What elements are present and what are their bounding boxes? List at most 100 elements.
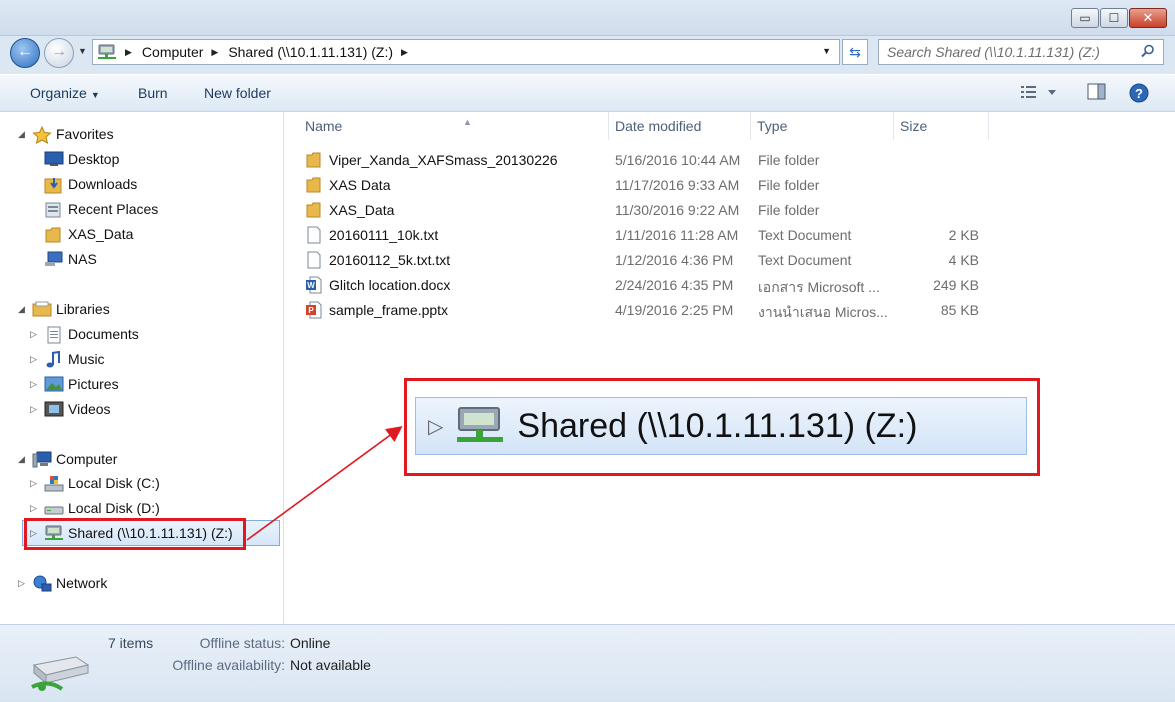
file-row[interactable]: XAS Data 11/17/2016 9:33 AM File folder: [303, 173, 1003, 198]
file-type: File folder: [758, 202, 820, 218]
nav-recent-places[interactable]: Recent Places: [30, 198, 158, 220]
expand-triangle-icon[interactable]: ▷: [30, 478, 42, 489]
expand-triangle-icon[interactable]: ▷: [30, 329, 42, 340]
forward-button[interactable]: →: [44, 38, 74, 68]
column-header-name[interactable]: ▲ Name: [299, 112, 609, 140]
file-date-modified: 1/12/2016 4:36 PM: [615, 252, 734, 268]
breadcrumb-separator-icon[interactable]: ▶: [125, 47, 132, 58]
word-file-icon: W: [305, 276, 323, 294]
nav-local-disk-c[interactable]: ▷ Local Disk (C:): [30, 472, 160, 494]
nav-nas[interactable]: NAS: [30, 248, 97, 270]
minimize-button[interactable]: ▭: [1071, 8, 1099, 28]
file-row[interactable]: Psample_frame.pptx 4/19/2016 2:25 PM งานนำ…: [303, 298, 1003, 323]
expand-triangle-icon[interactable]: ▷: [30, 503, 42, 514]
nav-local-disk-d[interactable]: ▷ Local Disk (D:): [30, 497, 160, 519]
file-type: Text Document: [758, 252, 852, 268]
file-date-modified: 4/19/2016 2:25 PM: [615, 302, 734, 318]
search-box[interactable]: [878, 39, 1164, 65]
nav-recent-places-label: Recent Places: [68, 201, 159, 217]
hard-drive-icon: [44, 500, 64, 516]
address-history-dropdown-icon[interactable]: ▼: [822, 46, 831, 56]
file-size: 2 KB: [948, 227, 979, 243]
file-list-pane: ▲ Name Date modified Type Size Viper_Xan…: [285, 112, 1175, 624]
column-header-name-label: Name: [305, 118, 343, 134]
column-header-type[interactable]: Type: [751, 112, 894, 140]
column-header-size[interactable]: Size: [894, 112, 989, 140]
breadcrumb-separator-icon[interactable]: ▶: [211, 47, 218, 58]
nav-local-disk-d-label: Local Disk (D:): [68, 500, 160, 516]
nav-music[interactable]: ▷ Music: [30, 348, 105, 370]
column-header-date-modified[interactable]: Date modified: [609, 112, 751, 140]
nav-videos[interactable]: ▷ Videos: [30, 398, 111, 420]
folder-icon: [305, 176, 323, 194]
file-row[interactable]: W Glitch location.docx 2/24/2016 4:35 PM เอ…: [303, 273, 1003, 298]
file-type: เอกสาร Microsoft ...: [758, 279, 880, 295]
window-controls: ▭ ☐ ✕: [1070, 8, 1167, 28]
nav-libraries[interactable]: ◢ Libraries: [18, 298, 110, 320]
organize-label: Organize: [30, 85, 87, 101]
close-button[interactable]: ✕: [1129, 8, 1167, 28]
file-date-modified: 5/16/2016 10:44 AM: [615, 152, 741, 168]
file-row[interactable]: 20160112_5k.txt.txt 1/12/2016 4:36 PM Text…: [303, 248, 1003, 273]
videos-icon: [44, 401, 64, 417]
file-name: XAS_Data: [329, 202, 395, 218]
back-button[interactable]: ←: [10, 38, 40, 68]
network-icon: [32, 575, 52, 592]
nav-computer[interactable]: ◢ Computer: [18, 448, 117, 470]
nav-xas-data[interactable]: XAS_Data: [30, 223, 133, 245]
address-row: ← → ▼ ▶ Computer ▶ Shared (\\10.1.11.131…: [0, 36, 1175, 74]
preview-pane-button[interactable]: [1087, 83, 1107, 104]
burn-button[interactable]: Burn: [138, 85, 168, 101]
zoom-callout: ▷ Shared (\\10.1.11.131) (Z:): [404, 378, 1040, 476]
text-file-icon: [305, 226, 323, 244]
change-view-button[interactable]: [1020, 83, 1056, 104]
file-name: 20160111_10k.txt: [329, 227, 439, 243]
breadcrumb-computer[interactable]: Computer: [142, 44, 203, 60]
star-icon: [32, 125, 52, 144]
desktop-icon: [44, 151, 64, 167]
title-bar: ▭ ☐ ✕: [0, 0, 1175, 36]
file-name: Glitch location.docx: [329, 277, 451, 293]
nav-nas-label: NAS: [68, 251, 97, 267]
network-drive-icon: [455, 406, 505, 446]
file-date-modified: 11/30/2016 9:22 AM: [615, 202, 740, 218]
search-input[interactable]: [879, 40, 1129, 64]
svg-text:P: P: [308, 306, 314, 315]
file-row[interactable]: XAS_Data 11/30/2016 9:22 AM File folder: [303, 198, 1003, 223]
nav-downloads[interactable]: Downloads: [30, 173, 137, 195]
zoom-callout-label: Shared (\\10.1.11.131) (Z:): [517, 406, 918, 445]
expand-triangle-icon[interactable]: ▷: [30, 354, 42, 365]
maximize-button[interactable]: ☐: [1100, 8, 1128, 28]
nas-icon: [44, 251, 64, 267]
new-folder-button[interactable]: New folder: [204, 85, 271, 101]
nav-favorites[interactable]: ◢ Favorites: [18, 123, 114, 145]
collapse-triangle-icon[interactable]: ◢: [18, 129, 30, 140]
file-name: 20160112_5k.txt.txt: [329, 252, 451, 268]
organize-button[interactable]: Organize ▼: [30, 85, 100, 101]
nav-pictures-label: Pictures: [68, 376, 119, 392]
collapse-triangle-icon[interactable]: ◢: [18, 304, 30, 315]
nav-network[interactable]: ▷ Network: [18, 572, 107, 594]
refresh-button[interactable]: ⇆: [842, 39, 868, 65]
help-icon: ?: [1129, 83, 1149, 103]
text-file-icon: [305, 251, 323, 269]
nav-documents[interactable]: ▷ Documents: [30, 323, 139, 345]
recent-pages-dropdown-icon[interactable]: ▼: [78, 46, 87, 56]
address-bar[interactable]: ▶ Computer ▶ Shared (\\10.1.11.131) (Z:)…: [92, 39, 840, 65]
expand-triangle-icon: ▷: [428, 415, 444, 438]
expand-triangle-icon[interactable]: ▷: [30, 379, 42, 390]
search-icon[interactable]: [1141, 44, 1155, 58]
breadcrumb-separator-icon[interactable]: ▶: [401, 47, 408, 58]
expand-triangle-icon[interactable]: ▷: [18, 578, 30, 589]
breadcrumb-shared-drive[interactable]: Shared (\\10.1.11.131) (Z:): [228, 44, 393, 60]
zoom-callout-row: ▷ Shared (\\10.1.11.131) (Z:): [415, 397, 1027, 455]
file-row[interactable]: 20160111_10k.txt 1/11/2016 11:28 AM Text D…: [303, 223, 1003, 248]
expand-triangle-icon[interactable]: ▷: [30, 404, 42, 415]
nav-desktop[interactable]: Desktop: [30, 148, 119, 170]
collapse-triangle-icon[interactable]: ◢: [18, 454, 30, 465]
nav-documents-label: Documents: [68, 326, 139, 342]
help-button[interactable]: ?: [1129, 83, 1149, 106]
maximize-icon: ☐: [1108, 11, 1120, 25]
file-row[interactable]: Viper_Xanda_XAFSmass_20130226 5/16/2016 1…: [303, 148, 1003, 173]
nav-pictures[interactable]: ▷ Pictures: [30, 373, 119, 395]
